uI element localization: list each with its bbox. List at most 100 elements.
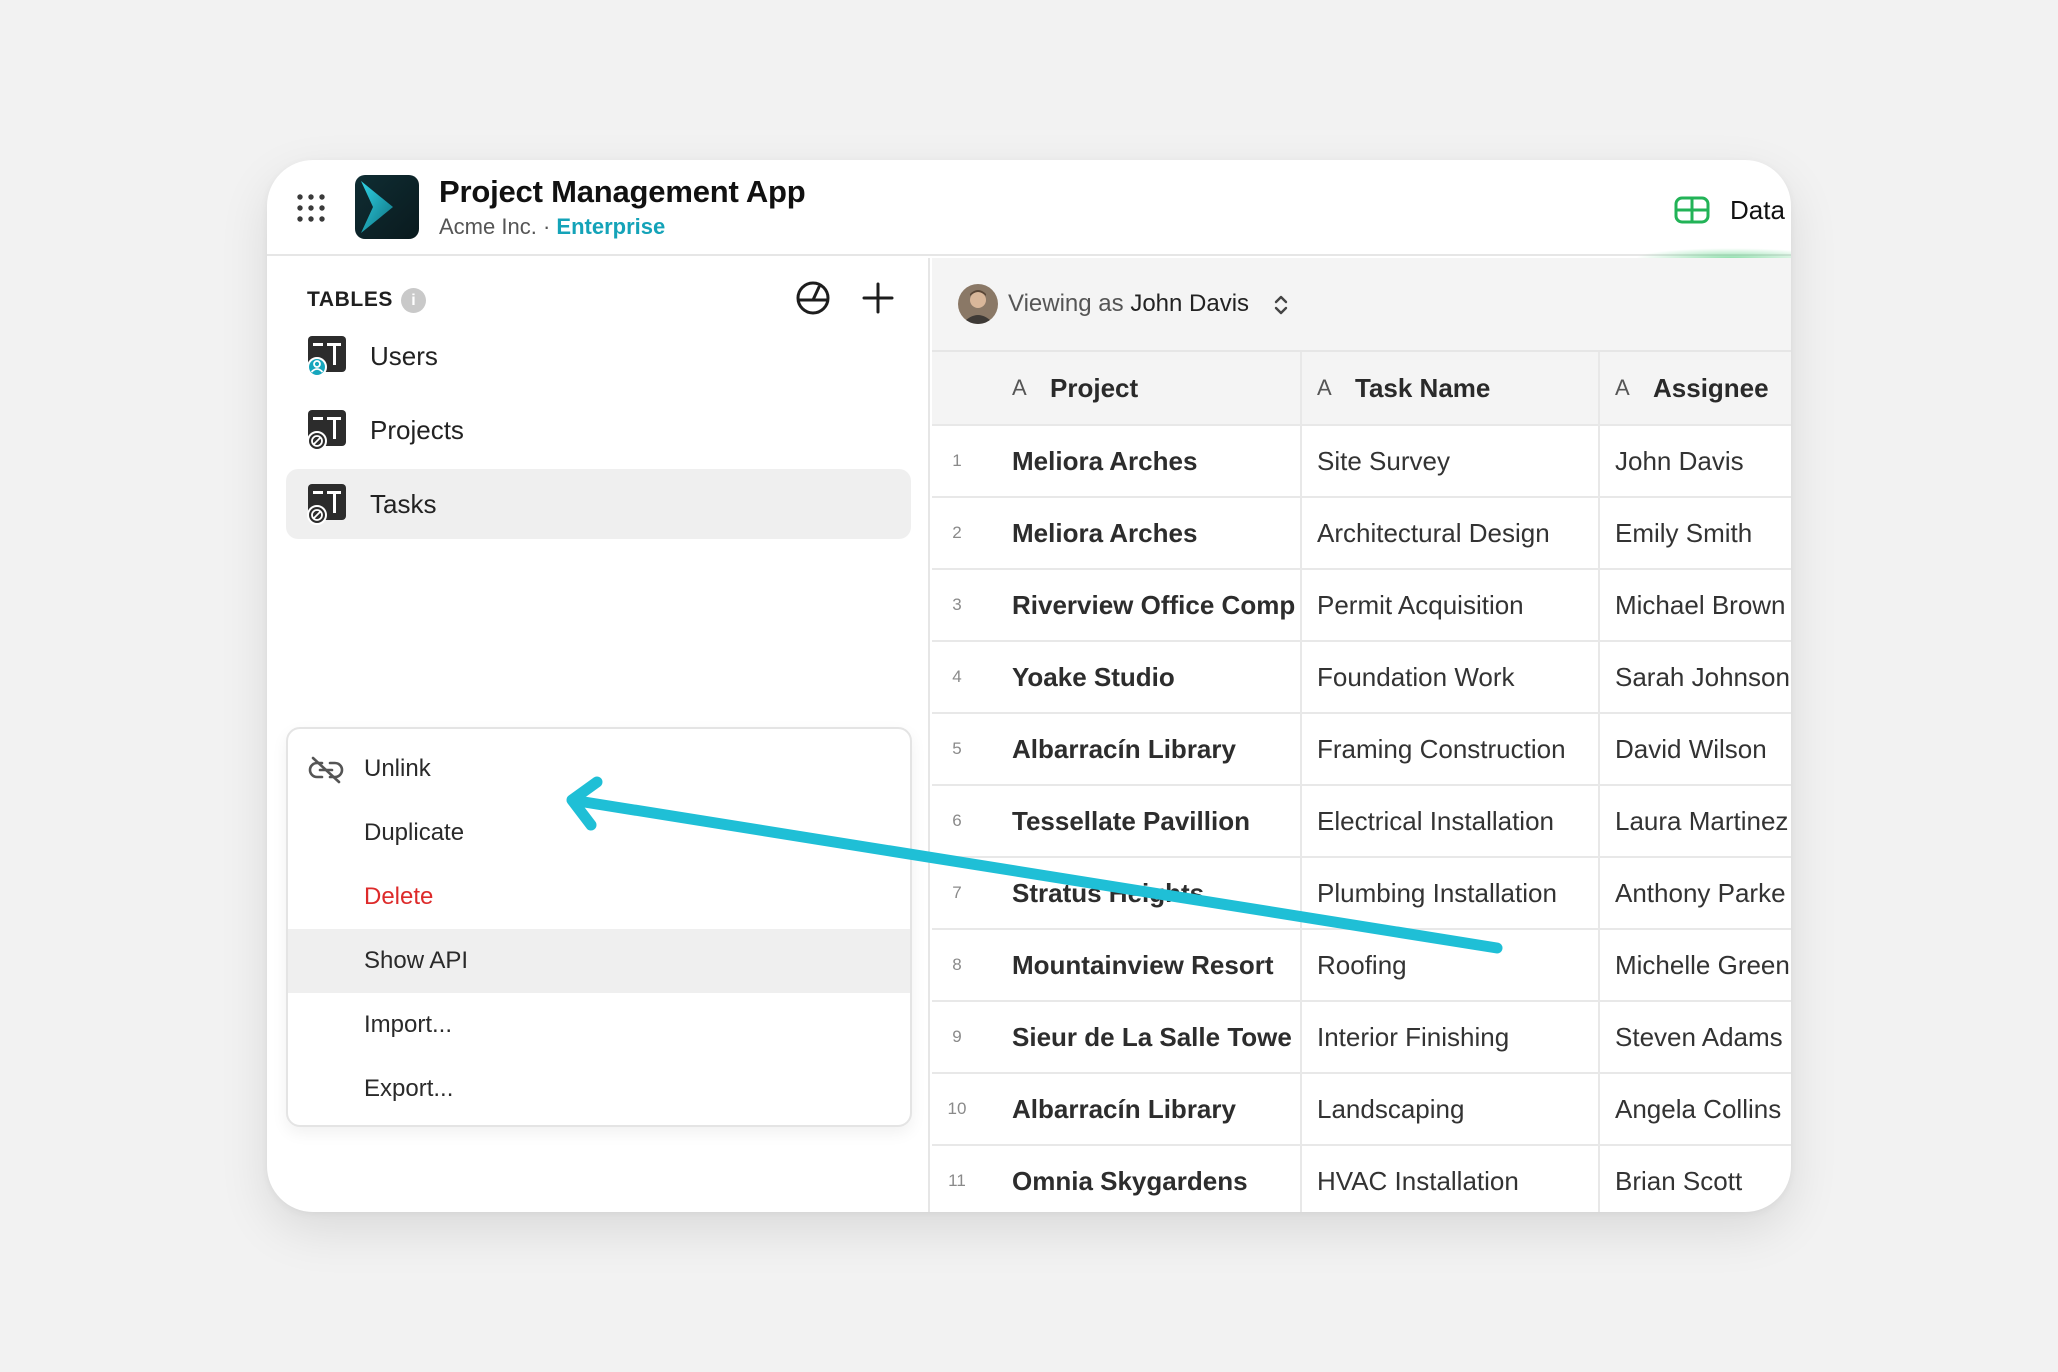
menu-item-duplicate[interactable]: Duplicate (288, 801, 910, 865)
text-type-icon: A (1012, 375, 1027, 400)
menu-item-label: Delete (364, 883, 434, 910)
info-icon[interactable]: i (401, 288, 426, 313)
cell-assignee[interactable]: Michael Brown (1600, 570, 1791, 640)
menu-item-export[interactable]: Export... (288, 1057, 910, 1121)
row-number: 11 (948, 1171, 966, 1190)
table-linked-icon (307, 483, 347, 525)
cell-task-name[interactable]: Foundation Work (1302, 642, 1600, 712)
cell-task-name[interactable]: Site Survey (1302, 426, 1600, 496)
text-type-icon: A (1615, 375, 1630, 400)
viewing-as-user: John Davis (1130, 290, 1250, 317)
menu-item-import[interactable]: Import... (288, 993, 910, 1057)
menu-item-label: Import... (364, 1011, 453, 1038)
row-number: 4 (952, 667, 962, 686)
menu-item-unlink[interactable]: Unlink (288, 737, 910, 801)
column-header-assignee[interactable]: A Assignee (1600, 352, 1791, 424)
sidebar-item-label: Tasks (370, 488, 437, 519)
cell-task-name[interactable]: Electrical Installation (1302, 786, 1600, 856)
menu-item-delete[interactable]: Delete (288, 865, 910, 929)
sidebar: TABLES i Users Projects Tasks Unlink Dup… (267, 258, 930, 1212)
viewing-as-selector[interactable]: Viewing as John Davis (1008, 290, 1249, 318)
cell-assignee[interactable]: Angela Collins (1600, 1074, 1791, 1144)
avatar[interactable] (958, 284, 998, 324)
row-number: 9 (952, 1027, 962, 1046)
menu-item-label: Export... (364, 1075, 454, 1102)
cell-task-name[interactable]: Plumbing Installation (1302, 858, 1600, 928)
schema-view-button[interactable] (793, 278, 833, 318)
cell-project[interactable]: Stratus Heights (982, 858, 1302, 928)
cell-assignee[interactable]: John Davis (1600, 426, 1791, 496)
cell-assignee[interactable]: Anthony Parke (1600, 858, 1791, 928)
cell-project[interactable]: Omnia Skygardens (982, 1146, 1302, 1212)
view-as-bar: Viewing as John Davis (932, 258, 1791, 352)
column-header-label: Task Name (1355, 372, 1491, 403)
tab-data-label: Data (1730, 194, 1785, 225)
table-row[interactable]: 4 Yoake Studio Foundation Work Sarah Joh… (932, 642, 1791, 714)
cell-assignee[interactable]: Emily Smith (1600, 498, 1791, 568)
cell-project[interactable]: Mountainview Resort (982, 930, 1302, 1000)
table-row[interactable]: 7 Stratus Heights Plumbing Installation … (932, 858, 1791, 930)
chevron-up-down-icon[interactable] (1273, 292, 1289, 318)
table-row[interactable]: 10 Albarracín Library Landscaping Angela… (932, 1074, 1791, 1146)
table-row[interactable]: 5 Albarracín Library Framing Constructio… (932, 714, 1791, 786)
cell-task-name[interactable]: Interior Finishing (1302, 1002, 1600, 1072)
sidebar-item-projects[interactable]: Projects (286, 395, 911, 465)
cell-assignee[interactable]: Steven Adams (1600, 1002, 1791, 1072)
table-row[interactable]: 1 Meliora Arches Site Survey John Davis (932, 426, 1791, 498)
cell-project[interactable]: Sieur de La Salle Towe (982, 1002, 1302, 1072)
tab-data-active-glow (1635, 248, 1791, 258)
cell-assignee[interactable]: Michelle Green (1600, 930, 1791, 1000)
cell-task-name[interactable]: Roofing (1302, 930, 1600, 1000)
tab-data[interactable]: Data (1674, 190, 1785, 230)
cell-assignee[interactable]: Brian Scott (1600, 1146, 1791, 1212)
sidebar-item-users[interactable]: Users (286, 321, 911, 391)
app-header: Project Management App Acme Inc. · Enter… (267, 160, 1791, 258)
add-table-button[interactable] (858, 278, 898, 318)
app-logo (355, 175, 419, 239)
cell-project[interactable]: Riverview Office Comp (982, 570, 1302, 640)
cell-project[interactable]: Albarracín Library (982, 1074, 1302, 1144)
row-number: 7 (952, 883, 962, 902)
table-row[interactable]: 2 Meliora Arches Architectural Design Em… (932, 498, 1791, 570)
menu-item-show-api[interactable]: Show API (288, 929, 910, 993)
cell-task-name[interactable]: Framing Construction (1302, 714, 1600, 784)
table-row[interactable]: 8 Mountainview Resort Roofing Michelle G… (932, 930, 1791, 1002)
column-header-label: Project (1050, 372, 1139, 403)
table-row[interactable]: 3 Riverview Office Comp Permit Acquisiti… (932, 570, 1791, 642)
cell-assignee[interactable]: Laura Martinez (1600, 786, 1791, 856)
cell-task-name[interactable]: Landscaping (1302, 1074, 1600, 1144)
menu-item-label: Duplicate (364, 819, 465, 846)
column-header-project[interactable]: A Project (982, 352, 1302, 424)
row-number-header (932, 352, 982, 424)
table-row[interactable]: 9 Sieur de La Salle Towe Interior Finish… (932, 1002, 1791, 1074)
cell-project[interactable]: Yoake Studio (982, 642, 1302, 712)
row-number: 5 (952, 739, 962, 758)
app-title: Project Management App (439, 174, 806, 209)
cell-project[interactable]: Meliora Arches (982, 498, 1302, 568)
org-name: Acme Inc. (439, 214, 537, 239)
column-header-task-name[interactable]: A Task Name (1302, 352, 1600, 424)
app-subtitle: Acme Inc. · Enterprise (439, 214, 665, 240)
apps-grid-icon[interactable] (296, 193, 326, 223)
cell-project[interactable]: Tessellate Pavillion (982, 786, 1302, 856)
tables-section-label: TABLES (307, 288, 394, 311)
cell-task-name[interactable]: Architectural Design (1302, 498, 1600, 568)
sidebar-item-tasks[interactable]: Tasks (286, 469, 911, 539)
table-users-icon (307, 335, 347, 377)
cell-assignee[interactable]: Sarah Johnson (1600, 642, 1791, 712)
cell-project[interactable]: Meliora Arches (982, 426, 1302, 496)
cell-task-name[interactable]: Permit Acquisition (1302, 570, 1600, 640)
table-row[interactable]: 6 Tessellate Pavillion Electrical Instal… (932, 786, 1791, 858)
table-header-row: A Project A Task Name A Assignee (932, 352, 1791, 426)
table-row[interactable]: 11 Omnia Skygardens HVAC Installation Br… (932, 1146, 1791, 1212)
cell-assignee[interactable]: David Wilson (1600, 714, 1791, 784)
cell-task-name[interactable]: HVAC Installation (1302, 1146, 1600, 1212)
viewing-as-prefix: Viewing as (1008, 290, 1124, 317)
plan-badge[interactable]: Enterprise (556, 214, 665, 239)
data-grid-icon (1674, 196, 1710, 224)
sidebar-item-label: Projects (370, 414, 464, 445)
row-number: 2 (952, 523, 962, 542)
schema-clock-icon (796, 281, 830, 315)
sidebar-item-label: Users (370, 340, 438, 371)
cell-project[interactable]: Albarracín Library (982, 714, 1302, 784)
